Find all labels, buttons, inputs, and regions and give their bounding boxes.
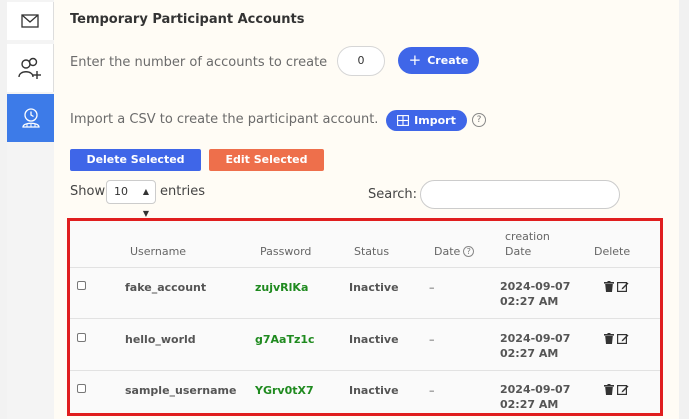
sidebar-item-mail[interactable] (7, 2, 54, 40)
trash-icon[interactable] (604, 333, 614, 344)
entries-value: 10 (114, 185, 128, 198)
search-input[interactable] (420, 180, 620, 209)
row-date: – (429, 333, 435, 346)
row-actions (604, 384, 629, 395)
edit-icon[interactable] (617, 333, 629, 344)
header-date-label: Date (434, 245, 461, 258)
scrollbar[interactable] (679, 0, 689, 419)
row-date: – (429, 384, 435, 397)
accounts-table: Username Password Status Date ? creation… (67, 218, 663, 416)
mail-icon (21, 14, 39, 28)
row-created-date: 2024-09-07 (500, 383, 571, 396)
row-created-time: 02:27 AM (500, 295, 559, 308)
trash-icon[interactable] (604, 384, 614, 395)
edit-icon[interactable] (617, 281, 629, 292)
table-icon (397, 115, 410, 126)
show-label: Show (70, 184, 106, 199)
table-row: fake_account zujvRlKa Inactive – 2024-09… (70, 268, 660, 319)
import-button[interactable]: Import (386, 110, 467, 131)
entries-select[interactable]: 10 ▲ ▼ (106, 180, 156, 218)
header-password[interactable]: Password (260, 245, 311, 258)
table-row: hello_world g7AaTz1c Inactive – 2024-09-… (70, 320, 660, 371)
plus-icon: + (408, 51, 422, 69)
user-clock-icon (21, 108, 40, 128)
header-delete: Delete (594, 245, 631, 258)
sidebar-item-participants[interactable] (7, 44, 54, 92)
date-help-icon: ? (463, 246, 475, 257)
row-checkbox[interactable] (77, 281, 86, 290)
create-count-label: Enter the number of accounts to create (70, 55, 328, 70)
search-label: Search: (368, 187, 418, 202)
help-icon[interactable]: ? (472, 113, 486, 127)
row-status: Inactive (349, 333, 399, 346)
row-username: fake_account (125, 281, 207, 294)
import-button-label: Import (414, 114, 456, 127)
row-password: g7AaTz1c (255, 333, 315, 346)
row-created-time: 02:27 AM (500, 347, 559, 360)
account-count-input[interactable]: 0 (337, 46, 385, 76)
table-header: Username Password Status Date ? creation… (70, 221, 660, 268)
page-title: Temporary Participant Accounts (70, 12, 305, 27)
users-plus-icon (18, 57, 41, 79)
row-username: hello_world (125, 333, 196, 346)
sidebar (7, 0, 54, 419)
row-password: YGrv0tX7 (255, 384, 314, 397)
header-username[interactable]: Username (130, 245, 186, 258)
trash-icon[interactable] (604, 281, 614, 292)
row-password: zujvRlKa (255, 281, 309, 294)
row-checkbox[interactable] (77, 384, 86, 393)
table-row: sample_username YGrv0tX7 Inactive – 2024… (70, 372, 660, 413)
delete-selected-button[interactable]: Delete Selected (70, 149, 201, 171)
row-created-date: 2024-09-07 (500, 280, 571, 293)
edit-icon[interactable] (617, 384, 629, 395)
row-date: – (429, 281, 435, 294)
row-actions (604, 333, 629, 344)
row-status: Inactive (349, 281, 399, 294)
edit-selected-button[interactable]: Edit Selected (209, 149, 324, 171)
row-created-date: 2024-09-07 (500, 332, 571, 345)
header-date[interactable]: Date ? (434, 245, 475, 258)
main-panel: Temporary Participant Accounts Enter the… (54, 0, 679, 419)
header-creation-date-line2[interactable]: Date (505, 245, 531, 258)
header-status[interactable]: Status (354, 245, 389, 258)
entries-label: entries (160, 184, 206, 199)
create-button[interactable]: + Create (398, 47, 479, 74)
row-checkbox[interactable] (77, 333, 86, 342)
row-status: Inactive (349, 384, 399, 397)
row-username: sample_username (125, 384, 237, 397)
row-created-time: 02:27 AM (500, 398, 559, 411)
row-actions (604, 281, 629, 292)
create-button-label: Create (427, 54, 469, 67)
import-label: Import a CSV to create the participant a… (70, 112, 379, 127)
header-creation-date-line1[interactable]: creation (505, 230, 550, 243)
sidebar-item-temporary-accounts[interactable] (7, 94, 54, 142)
